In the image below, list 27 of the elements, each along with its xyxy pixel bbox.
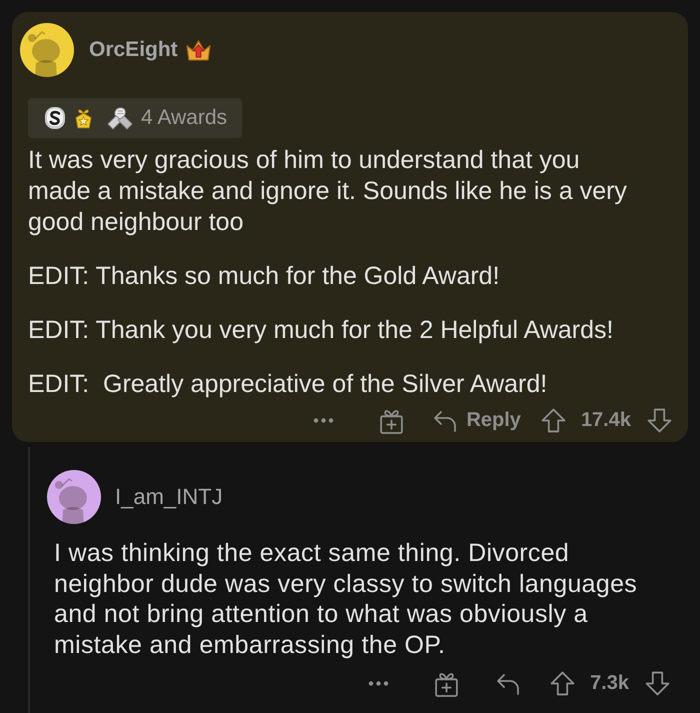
coin-icon bbox=[44, 106, 66, 130]
up-arrow-icon[interactable] bbox=[550, 671, 576, 696]
comment-text: EDIT: Greatly appreciative of the Silver Award! bbox=[28, 368, 548, 400]
down-arrow-icon[interactable] bbox=[645, 671, 670, 696]
comment-text: It was very gracious of him to understand that you made a mistake and ignore it. Sounds like he is a very good neighbour too bbox=[28, 144, 628, 238]
vote-count: 7.3k bbox=[590, 672, 629, 696]
star-badge-icon bbox=[75, 108, 92, 128]
awards-button[interactable]: 4 Awards bbox=[28, 98, 242, 138]
vote-count: 17.4k bbox=[580, 409, 631, 432]
reply-icon bbox=[433, 410, 458, 432]
username[interactable]: OrcEight bbox=[89, 38, 178, 62]
up-arrow-icon[interactable] bbox=[540, 408, 566, 433]
gift-icon[interactable] bbox=[434, 670, 460, 697]
reply-button[interactable]: Reply bbox=[433, 409, 521, 432]
down-arrow-icon[interactable] bbox=[647, 408, 672, 433]
gift-icon[interactable] bbox=[379, 408, 404, 434]
avatar-icon[interactable] bbox=[20, 23, 74, 77]
more-icon[interactable] bbox=[368, 681, 390, 686]
comment-text: I was thinking the exact same thing. Divorced neighbor dude was very classy to switch languages and not bring attention to what was obviously a mistake and embarrassing the OP. bbox=[54, 538, 638, 661]
reply-icon bbox=[496, 672, 520, 695]
avatar-icon[interactable] bbox=[47, 470, 101, 524]
reply-button[interactable] bbox=[496, 672, 520, 695]
more-icon[interactable] bbox=[313, 418, 334, 423]
username[interactable]: I_am_INTJ bbox=[115, 484, 223, 510]
comment-text: EDIT: Thanks so much for the Gold Award! bbox=[28, 260, 501, 292]
comment-text: EDIT: Thank you very much for the 2 Helpful Awards! bbox=[28, 314, 614, 346]
crossed-arms-icon bbox=[107, 106, 133, 130]
